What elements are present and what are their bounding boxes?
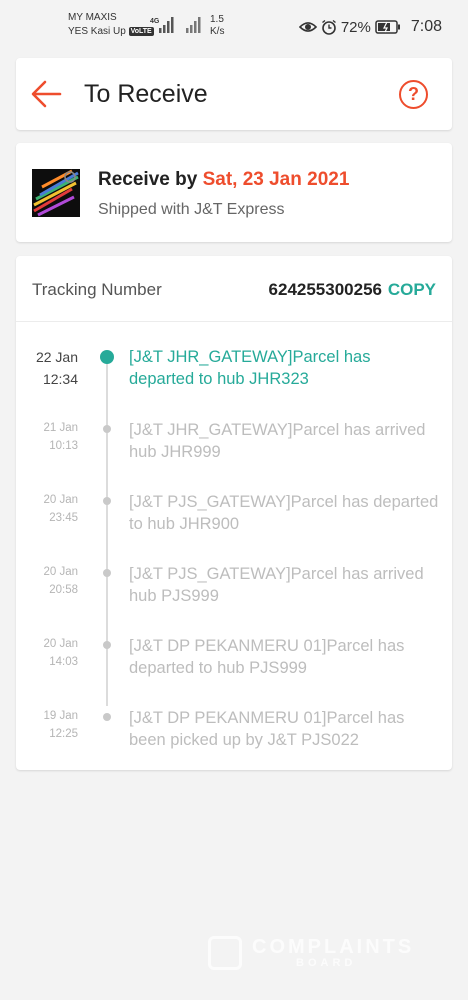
delivery-card: Receive by Sat, 23 Jan 2021 Shipped with… — [16, 143, 452, 242]
timeline-dot — [103, 713, 111, 721]
event-datetime: 19 Jan 12:25 — [43, 707, 78, 743]
tracking-number-label: Tracking Number — [32, 280, 162, 299]
copy-button[interactable]: COPY — [388, 280, 436, 300]
event-time: 14:03 — [49, 656, 78, 668]
event-date: 22 Jan — [35, 349, 78, 365]
page-header: To Receive ? — [16, 58, 452, 130]
battery-icon — [375, 20, 400, 34]
event-date: 20 Jan — [43, 638, 78, 650]
tracking-event: 20 Jan 20:58 [J&T PJS_GATEWAY]Parcel has… — [16, 563, 452, 635]
watermark-logo: COMPLAINTS BOARD — [208, 934, 422, 978]
product-image — [32, 169, 80, 217]
event-datetime: 22 Jan 12:34 — [36, 346, 78, 390]
event-date: 21 Jan — [43, 422, 78, 434]
alarm-icon — [321, 19, 336, 35]
event-datetime: 20 Jan 14:03 — [43, 635, 78, 671]
watermark-line2: BOARD — [296, 957, 357, 969]
help-icon: ? — [408, 84, 419, 104]
watermark-line1: COMPLAINTS — [252, 936, 415, 958]
status-right: 72% 7:08 — [298, 16, 442, 38]
receive-by-line: Receive by Sat, 23 Jan 2021 — [98, 169, 349, 191]
event-datetime: 21 Jan 10:13 — [43, 419, 78, 455]
clock: 7:08 — [410, 18, 442, 35]
watermark-icon — [208, 936, 242, 970]
tracking-event: 19 Jan 12:25 [J&T DP PEKANMERU 01]Parcel… — [16, 707, 452, 779]
event-datetime: 20 Jan 20:58 — [43, 563, 78, 599]
event-time: 12:34 — [42, 371, 78, 387]
eye-icon — [298, 22, 317, 32]
tracking-number-row: Tracking Number 624255300256 COPY — [16, 256, 452, 322]
tracking-event: 22 Jan 12:34 [J&T JHR_GATEWAY]Parcel has… — [16, 346, 452, 418]
page-title: To Receive — [84, 80, 208, 108]
event-description: [J&T DP PEKANMERU 01]Parcel has been pic… — [129, 709, 405, 749]
event-description: [J&T PJS_GATEWAY]Parcel has departed to … — [129, 493, 439, 533]
timeline-dot-active — [100, 350, 114, 364]
event-date: 20 Jan — [43, 566, 78, 578]
event-description: [J&T DP PEKANMERU 01]Parcel has departed… — [129, 637, 405, 677]
carrier-info: MY MAXIS YES Kasi Up VoLTE — [68, 11, 154, 39]
product-thumbnail[interactable] — [32, 169, 80, 217]
event-description: [J&T JHR_GATEWAY]Parcel has departed to … — [129, 348, 371, 388]
event-datetime: 20 Jan 23:45 — [43, 491, 78, 527]
shipped-with-text: Shipped with J&T Express — [98, 201, 285, 218]
event-description: [J&T PJS_GATEWAY]Parcel has arrived hub … — [129, 565, 424, 605]
event-time: 20:58 — [49, 584, 78, 596]
event-time: 23:45 — [49, 512, 78, 524]
receive-by-date: Sat, 23 Jan 2021 — [202, 169, 350, 190]
signal-4g-icon: 4G — [150, 17, 174, 33]
event-time: 12:25 — [49, 728, 78, 740]
speed-value: 1.5 — [210, 14, 224, 25]
timeline-dot — [103, 425, 111, 433]
timeline-dot — [103, 641, 111, 649]
timeline-dot — [103, 497, 111, 505]
event-date: 20 Jan — [43, 494, 78, 506]
event-date: 19 Jan — [43, 710, 78, 722]
timeline-dot — [103, 569, 111, 577]
carrier-1: MY MAXIS — [68, 12, 117, 23]
carrier-2: YES Kasi Up — [68, 26, 126, 37]
watermark-text: COMPLAINTS BOARD — [252, 936, 414, 969]
signal-icon — [186, 17, 201, 33]
back-arrow-icon[interactable] — [30, 78, 64, 110]
tracking-event: 20 Jan 14:03 [J&T DP PEKANMERU 01]Parcel… — [16, 635, 452, 707]
net-type-label: 4G — [150, 18, 160, 25]
tracking-event: 21 Jan 10:13 [J&T JHR_GATEWAY]Parcel has… — [16, 419, 452, 491]
event-description: [J&T JHR_GATEWAY]Parcel has arrived hub … — [129, 421, 426, 461]
receive-by-label: Receive by — [98, 169, 198, 190]
network-speed: 1.5 K/s — [210, 14, 224, 38]
tracking-number-value: 624255300256 — [268, 280, 382, 299]
help-button[interactable]: ? — [399, 80, 428, 109]
battery-percent: 72% — [340, 18, 371, 36]
tracking-event: 20 Jan 23:45 [J&T PJS_GATEWAY]Parcel has… — [16, 491, 452, 563]
status-bar: MY MAXIS YES Kasi Up VoLTE 4G 1.5 K/s 72… — [0, 0, 468, 52]
event-time: 10:13 — [49, 440, 78, 452]
tracking-card: Tracking Number 624255300256 COPY 22 Jan… — [16, 256, 452, 770]
speed-unit: K/s — [210, 26, 225, 37]
